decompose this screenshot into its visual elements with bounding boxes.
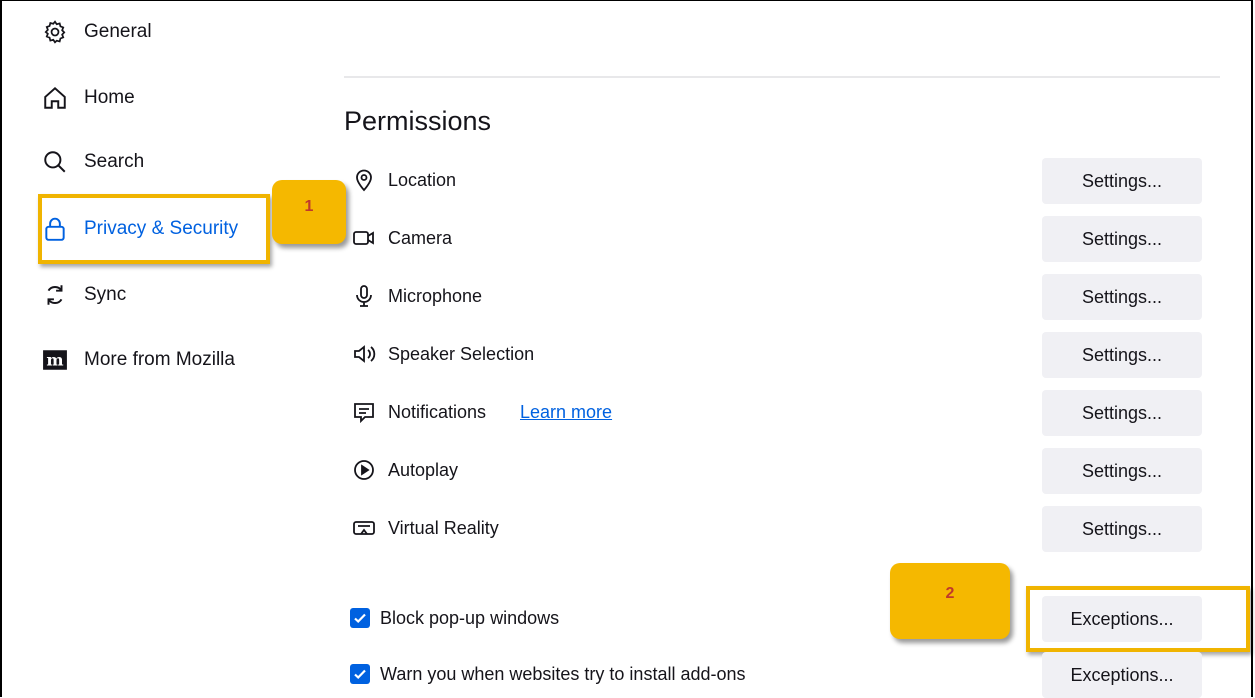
- camera-settings-button[interactable]: Settings...: [1042, 216, 1202, 262]
- permission-row-autoplay: Autoplay Settings...: [350, 448, 1220, 494]
- highlight-box-exceptions: [1026, 586, 1250, 652]
- warn-addons-checkbox[interactable]: [350, 664, 370, 684]
- permission-label: Speaker Selection: [388, 344, 535, 364]
- permission-row-notifications: Notifications Learn more Settings...: [350, 390, 1220, 436]
- sidebar: General Home Search Privacy & Security S…: [0, 0, 320, 698]
- autoplay-icon: [350, 456, 378, 484]
- location-icon: [350, 166, 378, 194]
- warn-addons-row: Warn you when websites try to install ad…: [350, 652, 1220, 698]
- sidebar-item-label: More from Mozilla: [84, 349, 235, 370]
- sidebar-item-label: Home: [84, 87, 135, 108]
- permission-label: Microphone: [388, 286, 483, 306]
- block-popups-label: Block pop-up windows: [380, 608, 560, 628]
- speaker-icon: [350, 340, 378, 368]
- permission-label: Camera: [388, 228, 453, 248]
- step-badge-1: 1: [272, 180, 346, 244]
- sidebar-item-general[interactable]: General: [40, 12, 152, 52]
- svg-text:m: m: [46, 350, 63, 369]
- camera-icon: [350, 224, 378, 252]
- sidebar-item-home[interactable]: Home: [40, 78, 135, 118]
- block-popups-checkbox[interactable]: [350, 608, 370, 628]
- sidebar-item-label: Sync: [84, 284, 127, 305]
- highlight-box-privacy: [38, 194, 270, 264]
- learn-more-link[interactable]: Learn more: [520, 402, 612, 423]
- addon-exceptions-button[interactable]: Exceptions...: [1042, 652, 1202, 698]
- sync-icon: [40, 280, 70, 310]
- page-title: Permissions: [344, 106, 492, 136]
- vr-icon: [350, 514, 378, 542]
- location-settings-button[interactable]: Settings...: [1042, 158, 1202, 204]
- sidebar-item-label: Search: [84, 151, 145, 172]
- home-icon: [40, 83, 70, 113]
- permission-row-virtual-reality: Virtual Reality Settings...: [350, 506, 1220, 552]
- mozilla-icon: m: [40, 345, 70, 375]
- permission-row-speaker-selection: Speaker Selection Settings...: [350, 332, 1220, 378]
- search-icon: [40, 147, 70, 177]
- permission-label: Notifications: [388, 402, 487, 422]
- sidebar-item-sync[interactable]: Sync: [40, 275, 126, 315]
- permission-row-microphone: Microphone Settings...: [350, 274, 1220, 320]
- permission-row-location: Location Settings...: [350, 158, 1220, 204]
- sidebar-item-search[interactable]: Search: [40, 142, 144, 182]
- notification-icon: [350, 398, 378, 426]
- warn-addons-label: Warn you when websites try to install ad…: [380, 664, 746, 684]
- microphone-settings-button[interactable]: Settings...: [1042, 274, 1202, 320]
- autoplay-settings-button[interactable]: Settings...: [1042, 448, 1202, 494]
- virtual-reality-settings-button[interactable]: Settings...: [1042, 506, 1202, 552]
- permission-label: Virtual Reality: [388, 518, 499, 538]
- sidebar-item-label: General: [84, 21, 152, 42]
- permission-label: Location: [388, 170, 457, 190]
- speaker-selection-settings-button[interactable]: Settings...: [1042, 332, 1202, 378]
- section-divider: [344, 76, 1220, 78]
- permission-row-camera: Camera Settings...: [350, 216, 1220, 262]
- sidebar-item-more-from-mozilla[interactable]: m More from Mozilla: [40, 340, 235, 380]
- notifications-settings-button[interactable]: Settings...: [1042, 390, 1202, 436]
- microphone-icon: [350, 282, 378, 310]
- permission-label: Autoplay: [388, 460, 459, 480]
- gear-icon: [40, 17, 70, 47]
